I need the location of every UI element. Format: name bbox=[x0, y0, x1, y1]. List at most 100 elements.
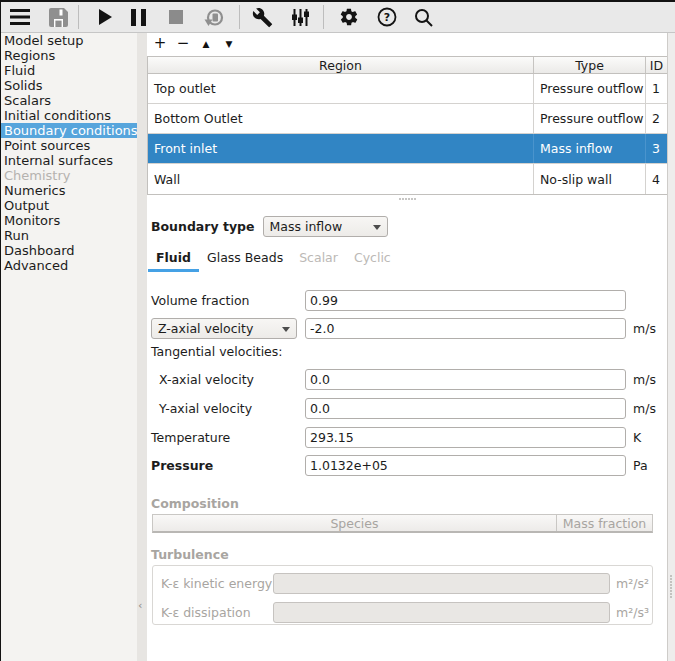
sidebar-item-solids[interactable]: Solids bbox=[1, 78, 137, 93]
minus-icon: − bbox=[177, 36, 190, 51]
table-row[interactable]: Wall No-slip wall 4 bbox=[148, 164, 667, 194]
help-icon: ? bbox=[377, 7, 397, 27]
table-row[interactable]: Bottom Outlet Pressure outflow 2 bbox=[148, 104, 667, 134]
ke-dissipation-unit: m²/s³ bbox=[616, 602, 649, 623]
cell-type[interactable]: No-slip wall bbox=[534, 164, 646, 194]
table-row[interactable]: Top outlet Pressure outflow 1 bbox=[148, 74, 667, 104]
sidebar-item-fluid[interactable]: Fluid bbox=[1, 63, 137, 78]
sidebar-item-monitors[interactable]: Monitors bbox=[1, 213, 137, 228]
column-header-region[interactable]: Region bbox=[148, 57, 534, 73]
boundary-type-value: Mass inflow bbox=[270, 219, 343, 234]
search-icon bbox=[414, 8, 433, 27]
tab-glass-beads[interactable]: Glass Beads bbox=[199, 248, 291, 272]
menu-icon bbox=[10, 8, 30, 26]
cell-region[interactable]: Top outlet bbox=[148, 74, 534, 103]
turbulence-groupbox: K-ε kinetic energy m²/s² K-ε dissipation… bbox=[152, 565, 653, 625]
y-axial-velocity-field[interactable] bbox=[305, 398, 626, 419]
sidebar-item-advanced[interactable]: Advanced bbox=[1, 258, 137, 273]
x-axial-velocity-field[interactable] bbox=[305, 369, 626, 390]
column-header-type[interactable]: Type bbox=[534, 57, 646, 73]
sidebar-item-model-setup[interactable]: Model setup bbox=[1, 33, 137, 48]
toolbar-separator bbox=[78, 5, 79, 29]
nav-sidebar: Model setup Regions Fluid Solids Scalars… bbox=[1, 33, 137, 661]
axial-velocity-field[interactable] bbox=[305, 318, 626, 339]
pressure-unit: Pa bbox=[633, 455, 648, 476]
regions-table-header: Region Type ID bbox=[148, 57, 667, 74]
stop-button[interactable] bbox=[158, 3, 194, 31]
sidebar-item-initial-conditions[interactable]: Initial conditions bbox=[1, 108, 137, 123]
region-list-toolbar: + − ▲ ▼ bbox=[150, 35, 239, 52]
play-icon bbox=[96, 8, 114, 26]
composition-title: Composition bbox=[151, 497, 239, 510]
toolbar-separator bbox=[323, 5, 324, 29]
table-row-selected[interactable]: Front inlet Mass inflow 3 bbox=[148, 134, 667, 164]
cell-region[interactable]: Wall bbox=[148, 164, 534, 194]
cell-type[interactable]: Pressure outflow bbox=[534, 104, 646, 133]
splitter-handle-horizontal[interactable] bbox=[147, 198, 667, 200]
cell-type[interactable]: Pressure outflow bbox=[534, 74, 646, 103]
species-column-header: Species bbox=[153, 515, 557, 531]
composition-table-header: Species Mass fraction bbox=[152, 514, 653, 533]
region-down-button[interactable]: ▼ bbox=[219, 35, 239, 52]
up-icon: ▲ bbox=[203, 39, 210, 49]
regions-table: Region Type ID Top outlet Pressure outfl… bbox=[147, 56, 668, 195]
pressure-label: Pressure bbox=[151, 455, 213, 476]
build-button[interactable] bbox=[244, 3, 280, 31]
tangential-velocities-label: Tangential velocities: bbox=[151, 345, 283, 358]
menu-button[interactable] bbox=[2, 3, 38, 31]
sidebar-item-regions[interactable]: Regions bbox=[1, 48, 137, 63]
pause-button[interactable] bbox=[120, 3, 156, 31]
sidebar-item-point-sources[interactable]: Point sources bbox=[1, 138, 137, 153]
save-button[interactable] bbox=[40, 3, 76, 31]
ke-kinetic-energy-unit: m²/s² bbox=[616, 573, 649, 594]
splitter-handle-vertical[interactable] bbox=[670, 575, 672, 598]
svg-text:?: ? bbox=[384, 11, 390, 24]
volume-fraction-field[interactable] bbox=[305, 290, 626, 311]
search-button[interactable] bbox=[405, 3, 441, 31]
cell-id[interactable]: 2 bbox=[646, 104, 667, 133]
cell-region[interactable]: Front inlet bbox=[148, 134, 534, 163]
cell-id[interactable]: 3 bbox=[646, 134, 667, 163]
plus-icon: + bbox=[154, 36, 167, 51]
sidebar-item-run[interactable]: Run bbox=[1, 228, 137, 243]
help-button[interactable]: ? bbox=[369, 3, 405, 31]
settings-button[interactable] bbox=[331, 3, 367, 31]
sidebar-item-output[interactable]: Output bbox=[1, 198, 137, 213]
cell-type[interactable]: Mass inflow bbox=[534, 134, 646, 163]
run-button[interactable] bbox=[87, 3, 123, 31]
cell-id[interactable]: 4 bbox=[646, 164, 667, 194]
sidebar-splitter[interactable]: ‹ bbox=[137, 33, 147, 661]
window-top-border bbox=[0, 0, 675, 2]
sidebar-item-dashboard[interactable]: Dashboard bbox=[1, 243, 137, 258]
region-up-button[interactable]: ▲ bbox=[196, 35, 216, 52]
boundary-type-select[interactable]: Mass inflow bbox=[263, 216, 388, 237]
reset-button[interactable] bbox=[196, 3, 232, 31]
tab-fluid[interactable]: Fluid bbox=[148, 248, 199, 272]
sidebar-item-internal-surfaces[interactable]: Internal surfaces bbox=[1, 153, 137, 168]
x-axial-velocity-label: X-axial velocity bbox=[159, 369, 254, 390]
ke-kinetic-energy-label: K-ε kinetic energy bbox=[161, 573, 272, 594]
temperature-field[interactable] bbox=[305, 427, 626, 448]
reset-icon bbox=[204, 7, 225, 28]
sidebar-item-scalars[interactable]: Scalars bbox=[1, 93, 137, 108]
sidebar-item-numerics[interactable]: Numerics bbox=[1, 183, 137, 198]
temperature-unit: K bbox=[633, 427, 641, 448]
temperature-label: Temperature bbox=[151, 427, 230, 448]
sidebar-item-boundary-conditions[interactable]: Boundary conditions bbox=[1, 123, 137, 138]
stop-icon bbox=[169, 10, 183, 24]
axial-velocity-selected: Z-axial velocity bbox=[158, 321, 253, 336]
pressure-field[interactable] bbox=[305, 455, 626, 476]
gear-icon bbox=[339, 7, 359, 27]
region-add-button[interactable]: + bbox=[150, 35, 170, 52]
dropdown-arrow-icon bbox=[282, 327, 290, 332]
region-remove-button[interactable]: − bbox=[173, 35, 193, 52]
cell-id[interactable]: 1 bbox=[646, 74, 667, 103]
window-left-border bbox=[0, 0, 1, 661]
sidebar-item-chemistry: Chemistry bbox=[1, 168, 137, 183]
cell-region[interactable]: Bottom Outlet bbox=[148, 104, 534, 133]
parameters-button[interactable] bbox=[282, 3, 318, 31]
column-header-id[interactable]: ID bbox=[646, 57, 667, 73]
sliders-icon bbox=[291, 8, 310, 27]
axial-velocity-select[interactable]: Z-axial velocity bbox=[151, 318, 297, 339]
right-splitter[interactable] bbox=[667, 33, 675, 661]
